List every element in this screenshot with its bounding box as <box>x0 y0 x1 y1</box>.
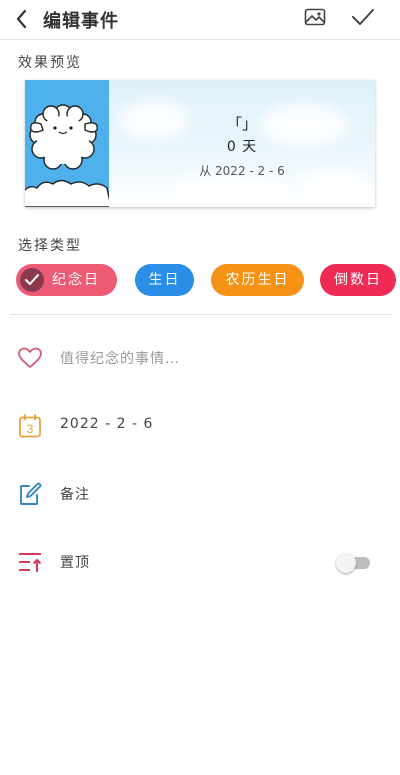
type-section-label: 选择类型 <box>18 238 82 254</box>
type-anniversary-button[interactable]: 纪念日 <box>16 264 117 296</box>
note-row[interactable]: 备注 <box>0 468 400 518</box>
event-preview-card: 「」 0 天 从 2022 - 2 - 6 <box>25 80 375 207</box>
app-header: 编辑事件 <box>0 0 400 40</box>
date-row[interactable]: 3 2022 - 2 - 6 <box>0 400 400 450</box>
type-lunar-birthday-button[interactable]: 农历生日 <box>211 264 304 296</box>
type-lunar-birthday-label: 农历生日 <box>225 272 290 288</box>
selected-check-icon <box>20 268 44 292</box>
preview-event-name: 「」 <box>226 115 257 133</box>
confirm-button[interactable] <box>350 4 376 30</box>
edit-note-icon <box>20 482 42 505</box>
sheep-illustration <box>25 80 109 207</box>
type-birthday-button[interactable]: 生日 <box>135 264 194 296</box>
event-name-row[interactable]: 值得纪念的事情… <box>0 332 400 382</box>
type-anniversary-label: 纪念日 <box>52 272 100 288</box>
preview-start-date: 从 2022 - 2 - 6 <box>199 164 285 178</box>
preview-text-area: 「」 0 天 从 2022 - 2 - 6 <box>109 80 375 207</box>
check-icon <box>352 9 374 25</box>
heart-icon <box>18 347 42 368</box>
pin-row: 置顶 <box>0 536 400 586</box>
note-input[interactable]: 备注 <box>60 484 90 504</box>
preview-section-label: 效果预览 <box>18 55 82 71</box>
pin-label: 置顶 <box>60 555 90 571</box>
type-birthday-label: 生日 <box>148 272 181 288</box>
image-icon <box>304 8 326 26</box>
preview-day-count: 0 天 <box>226 139 258 155</box>
pin-toggle[interactable] <box>336 553 372 573</box>
section-divider <box>10 314 392 315</box>
type-countdown-button[interactable]: 倒数日 <box>320 264 396 296</box>
page-title: 编辑事件 <box>43 11 119 32</box>
event-date-value[interactable]: 2022 - 2 - 6 <box>60 416 153 432</box>
pin-toggle-knob <box>336 553 356 573</box>
type-countdown-label: 倒数日 <box>334 272 382 288</box>
calendar-icon: 3 <box>19 414 41 438</box>
chevron-left-icon <box>16 9 27 29</box>
back-button[interactable] <box>10 6 36 32</box>
choose-background-button[interactable] <box>302 4 328 30</box>
event-name-input[interactable]: 值得纪念的事情… <box>60 348 180 368</box>
pin-to-top-icon <box>19 553 42 572</box>
calendar-day-number: 3 <box>27 422 34 436</box>
